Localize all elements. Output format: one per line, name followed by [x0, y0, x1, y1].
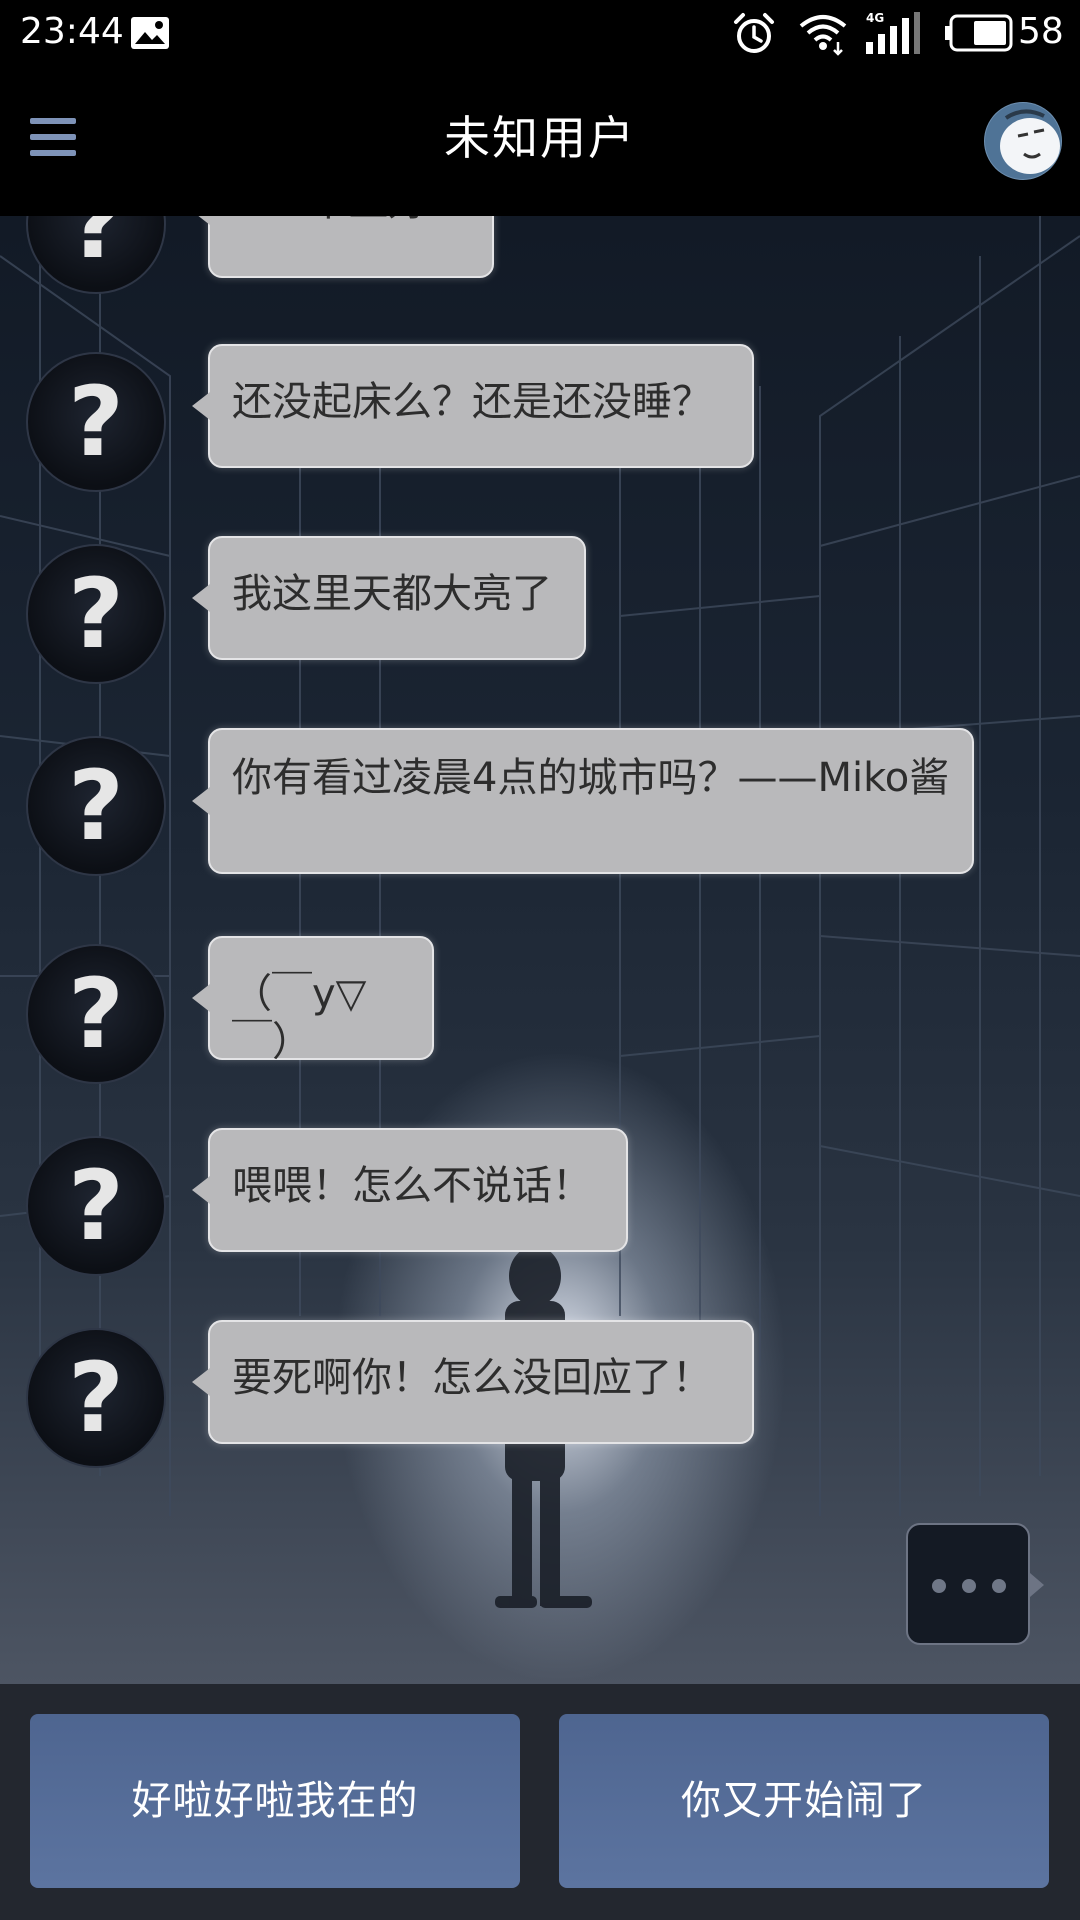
- signal-4g-icon: 4G: [866, 11, 920, 54]
- message-bubble[interactable]: （￣y▽￣）: [192, 936, 434, 1065]
- reply-options-bar: 好啦好啦我在的 你又开始闹了: [0, 1684, 1080, 1920]
- chat-area[interactable]: ? hi！早上好！ ? 还没起床么？还是还没睡？ ? 我这里天都大亮了 ? 你有…: [0, 216, 1080, 1684]
- typing-dots-icon[interactable]: [906, 1523, 1044, 1645]
- user-avatar[interactable]: [984, 102, 1062, 180]
- unknown-sender-avatar[interactable]: ?: [26, 736, 166, 876]
- battery-icon: [945, 14, 1013, 52]
- unknown-sender-avatar[interactable]: ?: [26, 544, 166, 684]
- message-bubble[interactable]: 你有看过凌晨4点的城市吗？——Miko酱: [192, 728, 974, 874]
- message-bubble[interactable]: 还没起床么？还是还没睡？: [192, 344, 754, 468]
- message-bubble[interactable]: 我这里天都大亮了: [192, 536, 586, 660]
- title-bar: 未知用户: [0, 66, 1080, 216]
- message-bubble[interactable]: hi！早上好！: [192, 216, 494, 278]
- battery-level: 58: [1018, 11, 1064, 52]
- typing-dot: [992, 1579, 1006, 1593]
- alarm-icon: [734, 13, 774, 53]
- gallery-icon: [131, 17, 169, 49]
- typing-dot: [932, 1579, 946, 1593]
- message-bubble[interactable]: 要死啊你！怎么没回应了！: [192, 1320, 754, 1444]
- svg-text:4G: 4G: [866, 11, 884, 25]
- face-icon: [985, 103, 1061, 179]
- unknown-sender-avatar[interactable]: ?: [26, 944, 166, 1084]
- page-title: 未知用户: [444, 111, 636, 165]
- reply-option-button[interactable]: 好啦好啦我在的: [30, 1714, 520, 1888]
- wifi-icon: [799, 15, 847, 56]
- status-bar: 23:44 4G 58: [0, 0, 1080, 66]
- status-time: 23:44: [20, 11, 124, 52]
- reply-option-button[interactable]: 你又开始闹了: [559, 1714, 1049, 1888]
- unknown-sender-avatar[interactable]: ?: [26, 1328, 166, 1468]
- chat-screen: 23:44 4G 58 未知用户 ? ? 还没起床么？还是还没睡？ ? 我这里天…: [0, 0, 1080, 1920]
- typing-dot: [962, 1579, 976, 1593]
- unknown-sender-avatar[interactable]: ?: [26, 1136, 166, 1276]
- unknown-sender-avatar[interactable]: ?: [26, 352, 166, 492]
- message-bubble[interactable]: 喂喂！怎么不说话！: [192, 1128, 628, 1252]
